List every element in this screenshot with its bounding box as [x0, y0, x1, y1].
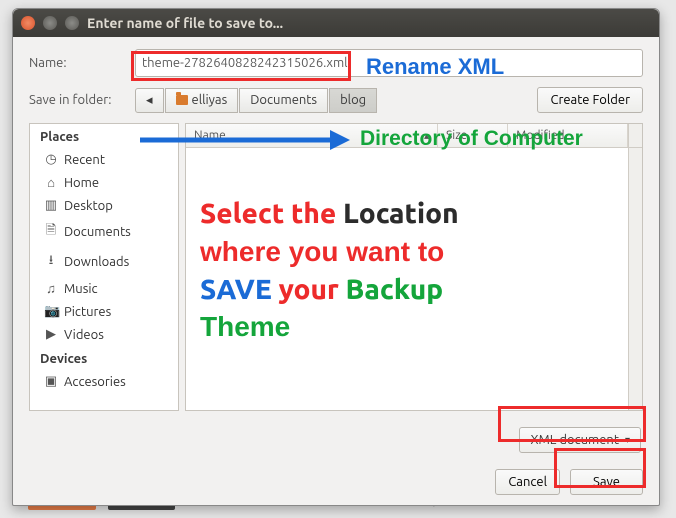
sidebar-item-videos[interactable]: ▶Videos [30, 323, 178, 346]
device-icon: ▣ [44, 374, 58, 389]
file-pane: Name▴ Size Modified [185, 123, 643, 411]
documents-icon: 🗎 [44, 221, 58, 243]
scrollbar[interactable] [628, 124, 642, 147]
file-list[interactable] [186, 148, 628, 410]
cancel-button[interactable]: Cancel [495, 469, 560, 495]
sidebar-item-desktop[interactable]: ▥Desktop [30, 194, 178, 217]
filename-input[interactable] [135, 49, 643, 77]
devices-heading: Devices [30, 346, 178, 370]
downloads-icon: ⭳ [44, 251, 58, 273]
desktop-icon: ▥ [44, 198, 58, 213]
save-in-label: Save in folder: [29, 93, 125, 107]
breadcrumb: ◂ elliyas Documents blog [135, 88, 377, 113]
col-name[interactable]: Name▴ [186, 124, 438, 147]
col-modified[interactable]: Modified [508, 124, 628, 147]
chevron-down-icon: ▾ [625, 434, 630, 446]
name-label: Name: [29, 56, 125, 70]
recent-icon: ◷ [44, 152, 58, 167]
videos-icon: ▶ [44, 327, 58, 342]
titlebar: Enter name of file to save to... [13, 9, 659, 37]
create-folder-button[interactable]: Create Folder [537, 87, 643, 113]
sidebar-item-downloads[interactable]: ⭳Downloads [30, 247, 178, 277]
sidebar-item-home[interactable]: ⌂Home [30, 171, 178, 194]
sidebar-item-accesories[interactable]: ▣Accesories [30, 370, 178, 393]
close-icon[interactable] [21, 16, 35, 30]
sidebar-item-documents[interactable]: 🗎Documents [30, 217, 178, 247]
breadcrumb-seg-documents[interactable]: Documents [239, 88, 328, 113]
folder-icon [176, 95, 188, 105]
col-size[interactable]: Size [438, 124, 508, 147]
pictures-icon: 📷 [44, 304, 58, 319]
save-dialog: Enter name of file to save to... Name: S… [12, 8, 660, 506]
window-title: Enter name of file to save to... [87, 15, 283, 31]
filetype-dropdown[interactable]: XML document ▾ [519, 427, 641, 453]
scrollbar-v[interactable] [628, 148, 642, 410]
places-sidebar: Places ◷Recent ⌂Home ▥Desktop 🗎Documents… [29, 123, 179, 411]
home-icon: ⌂ [44, 175, 58, 190]
sidebar-item-music[interactable]: ♫Music [30, 277, 178, 300]
breadcrumb-seg-elliyas[interactable]: elliyas [165, 88, 239, 113]
minimize-icon[interactable] [43, 16, 57, 30]
breadcrumb-back[interactable]: ◂ [135, 88, 164, 113]
maximize-icon[interactable] [65, 16, 79, 30]
sidebar-item-pictures[interactable]: 📷Pictures [30, 300, 178, 323]
save-button[interactable]: Save [570, 469, 643, 495]
column-headers: Name▴ Size Modified [186, 124, 642, 148]
breadcrumb-seg-blog[interactable]: blog [329, 88, 377, 113]
sort-asc-icon: ▴ [424, 130, 429, 142]
sidebar-item-recent[interactable]: ◷Recent [30, 148, 178, 171]
music-icon: ♫ [44, 281, 58, 296]
places-heading: Places [30, 124, 178, 148]
